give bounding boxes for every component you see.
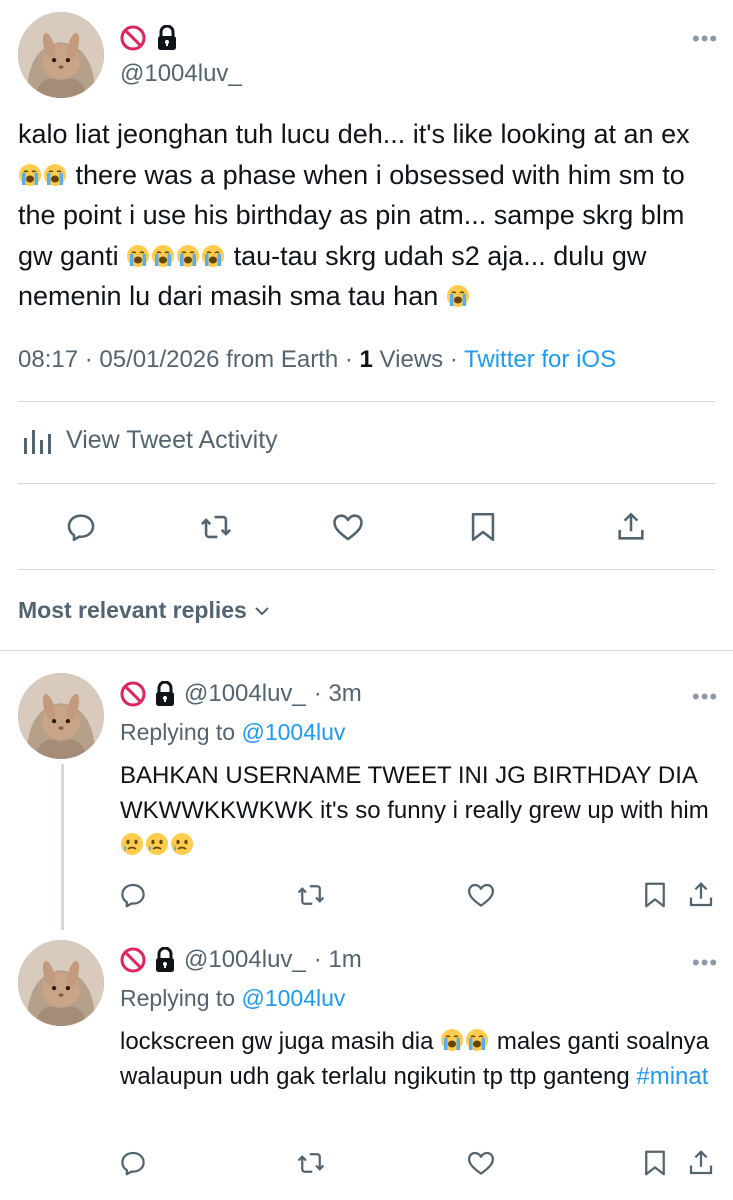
reply-text-part-1: BAHKAN USERNAME TWEET INI JG BIRTHDAY DI…	[120, 762, 709, 824]
replying-to: Replying to @1004luv	[120, 985, 345, 1012]
bunny-avatar-image	[18, 940, 104, 1026]
retweet-icon	[199, 510, 233, 544]
views-count: 1	[359, 346, 373, 373]
retweet-icon	[296, 880, 326, 910]
tweet-text: kalo liat jeonghan tuh lucu deh... it's …	[18, 114, 718, 317]
reply-time: · 3m	[313, 680, 362, 707]
bookmark-button[interactable]	[640, 880, 670, 910]
reply-avatar[interactable]	[18, 940, 104, 1026]
loudly-crying-emoji-icon	[151, 244, 175, 268]
reply-action-bar	[0, 1148, 733, 1182]
analytics-bars-icon	[24, 430, 51, 454]
view-activity-button[interactable]: View Tweet Activity	[22, 424, 278, 456]
view-activity-label: View Tweet Activity	[66, 425, 278, 454]
no-entry-icon	[120, 681, 146, 707]
retweet-button[interactable]	[296, 1148, 326, 1178]
heart-icon	[466, 880, 496, 910]
no-entry-icon	[120, 947, 146, 973]
more-options-icon[interactable]: •••	[692, 26, 718, 52]
lock-icon	[156, 25, 178, 51]
tweet-meta: 08:17 · 05/01/2026 from Earth · 1 Views …	[18, 346, 616, 374]
chevron-down-icon	[255, 606, 269, 615]
loudly-crying-emoji-icon	[465, 1028, 489, 1052]
hashtag-link[interactable]: #minat	[636, 1063, 708, 1090]
reply-handle[interactable]: @1004luv_	[184, 946, 306, 974]
loudly-crying-emoji-icon	[126, 244, 150, 268]
replying-prefix: Replying to	[120, 719, 236, 745]
bunny-avatar-image	[18, 673, 104, 759]
retweet-button[interactable]	[199, 510, 233, 544]
loudly-crying-emoji-icon	[176, 244, 200, 268]
reply-handle[interactable]: @1004luv_	[184, 680, 306, 708]
like-button[interactable]	[466, 1148, 496, 1178]
reply-action-bar	[0, 880, 733, 914]
bookmark-button[interactable]	[640, 1148, 670, 1178]
display-name	[120, 25, 178, 51]
tweet-text-part-1: kalo liat jeonghan tuh lucu deh... it's …	[18, 119, 690, 149]
loudly-crying-emoji-icon	[446, 284, 470, 308]
like-button[interactable]	[331, 510, 365, 544]
lock-icon	[154, 947, 176, 973]
crying-face-emoji-icon	[170, 832, 194, 856]
tweet-action-bar	[0, 510, 733, 546]
loudly-crying-emoji-icon	[18, 163, 42, 187]
author-avatar[interactable]	[18, 12, 104, 98]
no-entry-icon	[120, 25, 146, 51]
retweet-button[interactable]	[296, 880, 326, 910]
bookmark-icon	[466, 510, 500, 544]
more-options-icon[interactable]: •••	[692, 950, 718, 976]
reply-text-part-1: lockscreen gw juga masih dia	[120, 1028, 441, 1055]
replying-to-handle[interactable]: @1004luv	[241, 985, 345, 1011]
retweet-icon	[296, 1148, 326, 1178]
divider	[18, 401, 715, 402]
crying-face-emoji-icon	[145, 832, 169, 856]
loudly-crying-emoji-icon	[201, 244, 225, 268]
reply-icon	[118, 880, 148, 910]
share-icon	[686, 880, 716, 910]
reply-button[interactable]	[118, 880, 148, 910]
replying-to-handle[interactable]: @1004luv	[241, 719, 345, 745]
replying-to: Replying to @1004luv	[120, 719, 345, 746]
loudly-crying-emoji-icon	[43, 163, 67, 187]
reply-avatar[interactable]	[18, 673, 104, 759]
divider	[0, 650, 733, 651]
reply-time: · 1m	[313, 946, 362, 973]
reply-header: @1004luv_ · 3m	[120, 680, 362, 708]
heart-icon	[466, 1148, 496, 1178]
bunny-avatar-image	[18, 12, 104, 98]
loudly-crying-emoji-icon	[440, 1028, 464, 1052]
reply-icon	[118, 1148, 148, 1178]
share-icon	[614, 510, 648, 544]
replying-prefix: Replying to	[120, 985, 236, 1011]
client-link[interactable]: Twitter for iOS	[464, 346, 616, 373]
share-button[interactable]	[686, 1148, 716, 1178]
author-handle[interactable]: @1004luv_	[120, 60, 242, 88]
reply-text: BAHKAN USERNAME TWEET INI JG BIRTHDAY DI…	[120, 758, 710, 863]
reply-icon	[64, 510, 98, 544]
like-button[interactable]	[466, 880, 496, 910]
divider	[18, 483, 715, 484]
bookmark-button[interactable]	[466, 510, 500, 544]
reply-button[interactable]	[64, 510, 98, 544]
reply-sort-label: Most relevant replies	[18, 597, 247, 623]
reply-header: @1004luv_ · 1m	[120, 946, 362, 974]
divider	[18, 569, 715, 570]
bookmark-icon	[640, 880, 670, 910]
heart-icon	[331, 510, 365, 544]
views-label: Views ·	[372, 346, 465, 373]
lock-icon	[154, 681, 176, 707]
reply-text: lockscreen gw juga masih dia males ganti…	[120, 1024, 710, 1094]
share-icon	[686, 1148, 716, 1178]
bookmark-icon	[640, 1148, 670, 1178]
reply-button[interactable]	[118, 1148, 148, 1178]
tweet-timestamp: 08:17 · 05/01/2026 from Earth ·	[18, 346, 360, 373]
crying-face-emoji-icon	[120, 832, 144, 856]
reply-sort-dropdown[interactable]: Most relevant replies	[18, 597, 271, 624]
more-options-icon[interactable]: •••	[692, 684, 718, 710]
share-button[interactable]	[614, 510, 648, 544]
share-button[interactable]	[686, 880, 716, 910]
